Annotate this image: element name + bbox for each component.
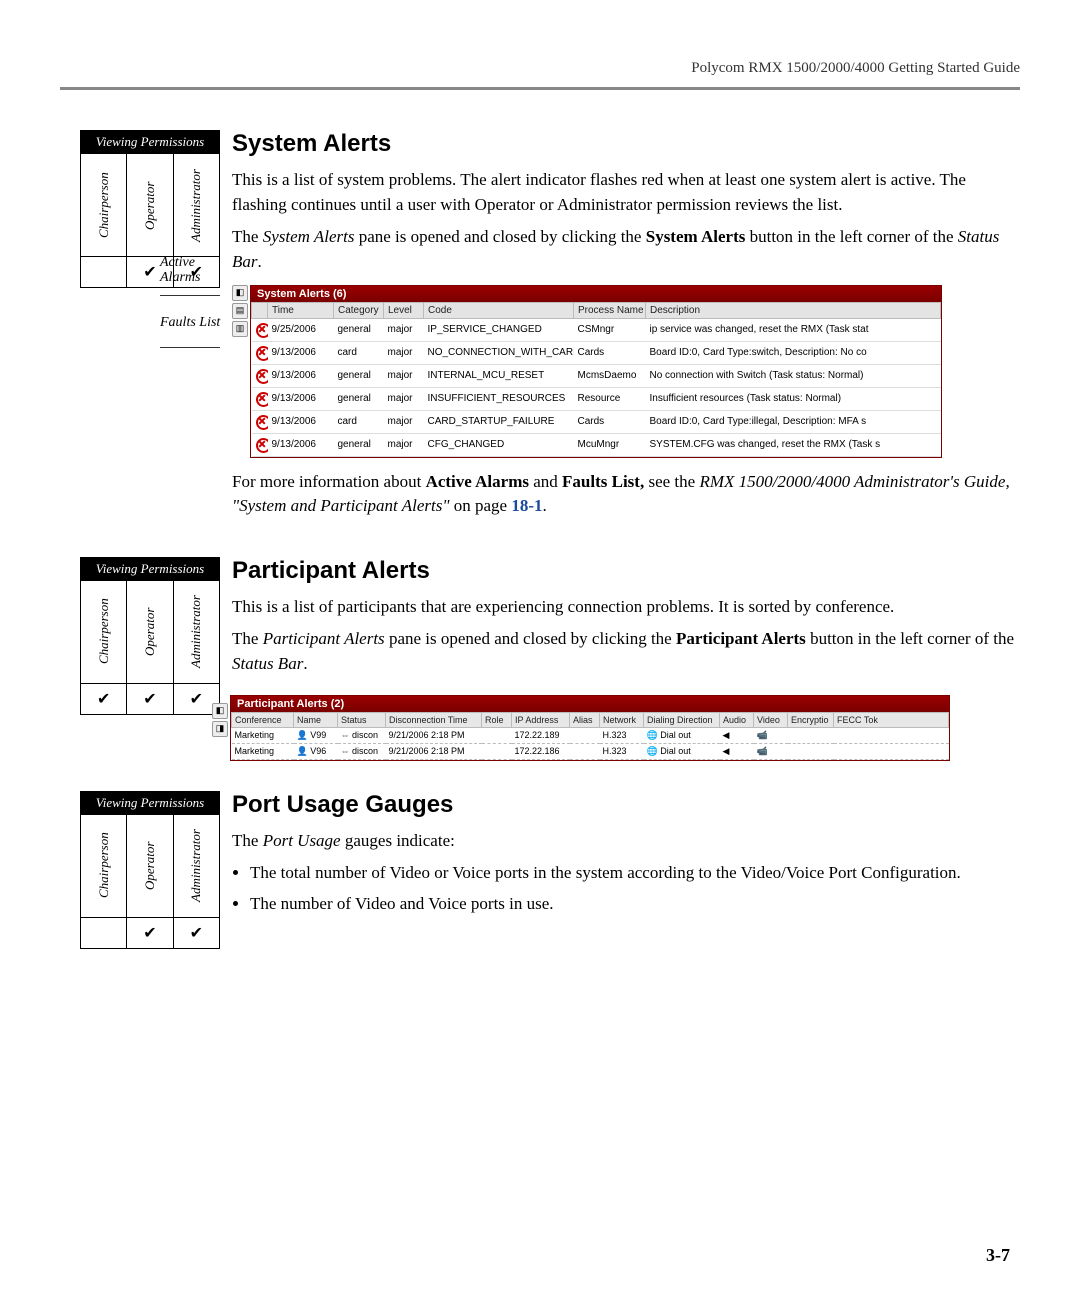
side-btn-icon[interactable]: ◧ bbox=[212, 703, 228, 719]
header-rule bbox=[60, 87, 1020, 90]
col-category[interactable]: Category bbox=[334, 302, 384, 318]
table-row[interactable]: 9/13/2006generalmajorCFG_CHANGEDMcuMngrS… bbox=[252, 433, 941, 456]
participant-alerts-pane: Participant Alerts (2) Conference Name S… bbox=[230, 695, 950, 761]
vp-role-operator: Operator bbox=[127, 580, 173, 683]
vp-title: Viewing Permissions bbox=[81, 791, 220, 814]
vp-check-chair bbox=[81, 917, 127, 948]
participant-alerts-pane-title: Participant Alerts (2) bbox=[231, 696, 949, 712]
side-btn-icon[interactable]: ◨ bbox=[212, 721, 228, 737]
side-btn-icon[interactable]: ▤ bbox=[232, 303, 248, 319]
vp-role-administrator: Administrator bbox=[173, 814, 219, 917]
viewing-permissions-participant-alerts: Viewing Permissions Chairperson Operator… bbox=[80, 557, 220, 715]
vp-role-operator: Operator bbox=[127, 814, 173, 917]
col-description[interactable]: Description bbox=[646, 302, 941, 318]
alert-icon bbox=[256, 438, 268, 453]
callout-faults-list: Faults List bbox=[160, 315, 220, 330]
vp-role-chairperson: Chairperson bbox=[81, 154, 127, 257]
heading-port-usage: Port Usage Gauges bbox=[232, 791, 1020, 819]
vp-title: Viewing Permissions bbox=[81, 131, 220, 154]
bullet-ports-inuse: The number of Video and Voice ports in u… bbox=[250, 892, 1020, 917]
vp-role-administrator: Administrator bbox=[173, 580, 219, 683]
system-alerts-table: Time Category Level Code Process Name De… bbox=[251, 302, 941, 457]
table-row[interactable]: Marketing👤 V96⇔ discon9/21/2006 2:18 PM1… bbox=[232, 743, 949, 759]
viewing-permissions-port-usage: Viewing Permissions Chairperson Operator… bbox=[80, 791, 220, 949]
participant-alerts-table: Conference Name Status Disconnection Tim… bbox=[231, 712, 949, 760]
table-row[interactable]: 9/25/2006generalmajorIP_SERVICE_CHANGEDC… bbox=[252, 318, 941, 341]
participant-alerts-p1: This is a list of participants that are … bbox=[232, 595, 1020, 620]
side-btn-icon[interactable]: ◧ bbox=[232, 285, 248, 301]
col-level[interactable]: Level bbox=[384, 302, 424, 318]
vp-role-administrator: Administrator bbox=[173, 154, 219, 257]
vp-check-admin: ✔ bbox=[173, 917, 219, 948]
vp-title: Viewing Permissions bbox=[81, 557, 220, 580]
port-usage-bullets: The total number of Video or Voice ports… bbox=[250, 861, 1020, 916]
doc-header: Polycom RMX 1500/2000/4000 Getting Start… bbox=[60, 60, 1020, 77]
heading-participant-alerts: Participant Alerts bbox=[232, 557, 1020, 585]
vp-check-operator: ✔ bbox=[127, 683, 173, 714]
heading-system-alerts: System Alerts bbox=[232, 130, 1020, 158]
port-usage-p1: The Port Usage gauges indicate: bbox=[232, 829, 1020, 854]
table-row[interactable]: 9/13/2006generalmajorINTERNAL_MCU_RESETM… bbox=[252, 364, 941, 387]
system-alerts-p2: The System Alerts pane is opened and clo… bbox=[232, 225, 1020, 274]
page-number: 3-7 bbox=[986, 1245, 1010, 1266]
vp-check-chair bbox=[81, 257, 127, 288]
pane-side-buttons: ◧ ◨ bbox=[212, 703, 228, 737]
alert-icon bbox=[256, 346, 268, 361]
alert-icon bbox=[256, 415, 268, 430]
system-alerts-pane-title: System Alerts (6) bbox=[251, 286, 941, 302]
participant-alerts-p2: The Participant Alerts pane is opened an… bbox=[232, 627, 1020, 676]
col-time[interactable]: Time bbox=[268, 302, 334, 318]
side-btn-icon[interactable]: ▥ bbox=[232, 321, 248, 337]
alert-icon bbox=[256, 392, 268, 407]
table-header-row: Time Category Level Code Process Name De… bbox=[252, 302, 941, 318]
table-header-row: Conference Name Status Disconnection Tim… bbox=[232, 712, 949, 727]
system-alerts-pane: System Alerts (6) Time Category Level Co… bbox=[250, 285, 942, 458]
vp-role-chairperson: Chairperson bbox=[81, 580, 127, 683]
table-row[interactable]: 9/13/2006cardmajorCARD_STARTUP_FAILURECa… bbox=[252, 410, 941, 433]
system-alerts-ref: For more information about Active Alarms… bbox=[232, 470, 1020, 519]
vp-role-operator: Operator bbox=[127, 154, 173, 257]
pane-side-buttons: ◧ ▤ ▥ bbox=[232, 285, 248, 337]
table-row[interactable]: Marketing👤 V99⇔ discon9/21/2006 2:18 PM1… bbox=[232, 727, 949, 743]
col-process[interactable]: Process Name bbox=[574, 302, 646, 318]
alert-icon bbox=[256, 369, 268, 384]
alert-icon bbox=[256, 323, 268, 338]
table-row[interactable]: 9/13/2006cardmajorNO_CONNECTION_WITH_CAR… bbox=[252, 341, 941, 364]
col-code[interactable]: Code bbox=[424, 302, 574, 318]
vp-check-operator: ✔ bbox=[127, 917, 173, 948]
callout-active-alarms: Active Alarms bbox=[160, 255, 230, 286]
vp-role-chairperson: Chairperson bbox=[81, 814, 127, 917]
vp-check-chair: ✔ bbox=[81, 683, 127, 714]
system-alerts-p1: This is a list of system problems. The a… bbox=[232, 168, 1020, 217]
bullet-total-ports: The total number of Video or Voice ports… bbox=[250, 861, 1020, 886]
table-row[interactable]: 9/13/2006generalmajorINSUFFICIENT_RESOUR… bbox=[252, 387, 941, 410]
